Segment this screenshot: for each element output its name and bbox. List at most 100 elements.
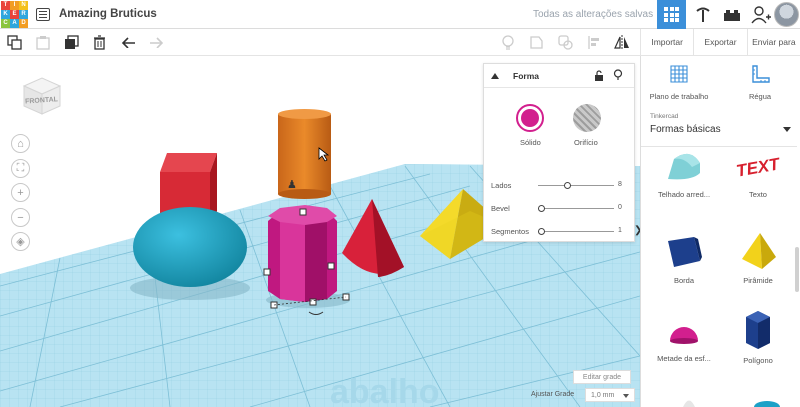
duplicate-button[interactable] <box>63 34 79 50</box>
redo-button[interactable] <box>148 34 164 50</box>
3d-view-button[interactable] <box>657 0 686 29</box>
edit-grid-button[interactable]: Editar grade <box>573 370 631 384</box>
align-icon <box>588 35 599 49</box>
chevron-down-icon[interactable] <box>783 127 791 132</box>
align-button[interactable] <box>586 34 602 50</box>
redo-icon <box>149 37 163 48</box>
shape-label: Borda <box>673 276 694 285</box>
shape-label: Texto <box>749 190 767 199</box>
shape-text[interactable]: TEXT Texto <box>721 149 795 199</box>
home-icon: ⌂ <box>17 137 24 150</box>
avatar[interactable] <box>774 2 799 27</box>
pickaxe-icon <box>695 7 710 22</box>
shape-roof-round[interactable]: Telhado arred... <box>647 149 721 199</box>
trash-icon <box>93 34 105 50</box>
solid-label: Sólido <box>520 138 541 147</box>
import-button[interactable]: Importar <box>640 29 693 55</box>
grid-icon <box>664 7 679 22</box>
group-button[interactable] <box>528 34 544 50</box>
param-segments-slider[interactable] <box>538 228 614 235</box>
add-user-button[interactable] <box>746 0 775 29</box>
shape-label: Metade da esf... <box>657 354 711 363</box>
hole-label: Orifício <box>574 138 598 147</box>
top-bar: T I N K E R C A D Amazing Bruticus Todas… <box>0 0 800 29</box>
round-roof-icon <box>668 153 700 180</box>
mirror-icon <box>614 34 629 50</box>
library-select[interactable]: Formas básicas <box>650 124 721 135</box>
copy-button[interactable] <box>6 34 22 50</box>
undo-button[interactable] <box>120 34 136 50</box>
polygon-icon <box>746 311 770 349</box>
ungroup-button[interactable] <box>557 34 573 50</box>
slider-knob[interactable] <box>538 228 545 235</box>
export-button[interactable]: Exportar <box>693 29 746 55</box>
fit-icon: ⛶ <box>16 162 25 174</box>
zoom-in-button[interactable]: + <box>11 183 30 202</box>
sidebar-scrollbar[interactable] <box>795 247 799 292</box>
ungroup-icon <box>557 34 573 50</box>
design-title[interactable]: Amazing Bruticus <box>59 8 157 20</box>
param-sides-value[interactable]: 8 <box>618 181 622 188</box>
group-icon <box>529 35 543 49</box>
ruler-tool-label: Régua <box>748 92 772 101</box>
workplane-tool-label: Plano de trabalho <box>649 92 709 101</box>
shape-polygon[interactable]: Polígono <box>721 309 795 365</box>
collapse-caret-icon[interactable] <box>491 72 499 79</box>
home-view-button[interactable]: ⌂ <box>11 134 30 153</box>
snap-grid-label: Ajustar Grade <box>531 391 575 398</box>
mirror-button[interactable] <box>614 34 630 50</box>
logo-letter: C <box>1 18 10 28</box>
lock-icon[interactable] <box>594 70 604 81</box>
logo-letter: I <box>10 0 19 10</box>
param-sides-slider[interactable] <box>538 182 614 189</box>
lightbulb-icon <box>502 34 514 50</box>
shape-half-sphere[interactable]: Metade da esf... <box>647 313 721 363</box>
solid-swatch[interactable] <box>516 104 544 132</box>
shape-wedge[interactable]: Borda <box>647 231 721 285</box>
param-sides-label: Lados <box>491 181 512 190</box>
pyramid-icon <box>742 233 776 269</box>
undo-icon <box>121 37 135 48</box>
view-cube[interactable]: FRONTAL <box>20 74 64 118</box>
projection-button[interactable]: ◈ <box>11 232 30 251</box>
delete-button[interactable] <box>91 34 107 50</box>
ruler-tool[interactable]: Régua <box>725 64 795 101</box>
logo-letter: K <box>1 9 10 19</box>
fit-view-button[interactable]: ⛶ <box>11 159 30 178</box>
shape-label: Polígono <box>743 356 773 365</box>
shapes-sidebar: Plano de trabalho Régua Tinkercad Formas… <box>640 56 800 407</box>
notes-button[interactable] <box>500 34 516 50</box>
bricks-button[interactable] <box>717 0 746 29</box>
param-segments-value[interactable]: 1 <box>618 227 622 234</box>
partial-shape-icon <box>683 400 695 407</box>
shape-label: Pirâmide <box>743 276 773 285</box>
light-bulb-icon[interactable] <box>613 69 623 81</box>
workplane-tool[interactable]: Plano de trabalho <box>644 64 714 101</box>
hole-swatch[interactable] <box>573 104 601 132</box>
param-bevel-slider[interactable] <box>538 205 614 212</box>
param-bevel-value[interactable]: 0 <box>618 204 622 211</box>
polygon-prism-shape[interactable] <box>268 205 337 302</box>
wedge-icon <box>668 237 702 267</box>
zoom-out-button[interactable]: − <box>11 208 30 227</box>
snap-grid-select[interactable]: 1,0 mm <box>585 388 635 402</box>
codeblocks-button[interactable] <box>688 0 717 29</box>
tinkercad-logo[interactable]: T I N K E R C A D <box>0 0 29 29</box>
logo-letter: D <box>19 18 28 28</box>
workplane-grid-icon <box>670 65 688 83</box>
sphere-shape[interactable] <box>133 207 247 287</box>
design-list-icon[interactable] <box>36 7 50 21</box>
copy-icon <box>6 34 22 50</box>
slider-knob[interactable] <box>538 205 545 212</box>
param-segments-label: Segmentos <box>491 227 529 236</box>
duplicate-icon <box>64 34 79 49</box>
save-status: Todas as alterações salvas <box>533 9 654 20</box>
slider-knob[interactable] <box>563 182 571 189</box>
minus-icon: − <box>17 211 24 224</box>
paste-button[interactable] <box>35 34 51 50</box>
io-buttons: Importar Exportar Enviar para <box>640 29 800 56</box>
send-to-button[interactable]: Enviar para <box>746 29 800 55</box>
shape-pyramid[interactable]: Pirâmide <box>721 231 795 285</box>
plus-icon: + <box>17 186 24 199</box>
shape-inspector: Forma Sólido Orifício Lados 8 Bevel 0 Se… <box>483 63 635 242</box>
